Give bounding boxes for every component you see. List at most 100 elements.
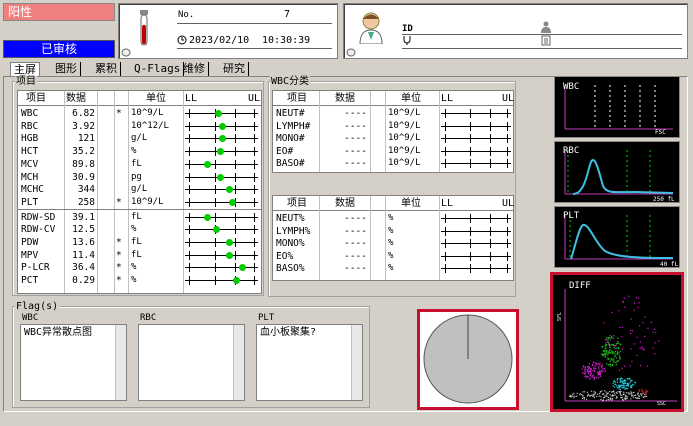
- plt-scope-title: PLT: [563, 211, 580, 221]
- param-value: 36.4: [72, 262, 95, 274]
- diff-name: MONO%: [276, 238, 305, 250]
- plt-scope-axis: 40 fL: [660, 261, 679, 268]
- diff-value: ----: [344, 225, 367, 237]
- diff-header-item: 项目: [287, 93, 307, 104]
- param-name: PLT: [21, 196, 39, 208]
- tab-3[interactable]: Q-Flags: [131, 62, 185, 76]
- param-unit: %: [131, 275, 137, 286]
- param-unit: 10^9/L: [131, 196, 164, 207]
- diff-unit: %: [388, 263, 394, 274]
- param-flag: *: [116, 275, 122, 287]
- plt-histogram[interactable]: PLT 40 fL: [554, 206, 680, 268]
- diff-header-unit: 单位: [401, 198, 421, 209]
- rbc-histogram[interactable]: RBC 250 fL: [554, 141, 680, 203]
- ward-icon: [541, 35, 551, 46]
- param-marker: [225, 239, 233, 246]
- diff-header-ll: LL: [441, 198, 454, 209]
- scrollbar[interactable]: [115, 325, 126, 400]
- comment-icon[interactable]: [121, 48, 131, 58]
- param-name: MCH: [21, 171, 39, 183]
- wbc-histogram[interactable]: WBC FSC: [554, 76, 680, 138]
- diff-scattergram[interactable]: DIFF SSC SFL: [550, 272, 684, 412]
- status-positive-badge: 阳性: [3, 3, 115, 21]
- tab-0[interactable]: 主屏: [10, 62, 40, 76]
- params-table: 项目 数据 单位 LL UL WBC 6.82 * 10^9/L RBC 3.92 10^12/L HG…: [17, 90, 262, 294]
- test-tube-icon: [140, 10, 148, 46]
- param-flag: *: [116, 249, 122, 261]
- params-header-ul: UL: [248, 93, 261, 104]
- tab-4[interactable]: 维修: [180, 62, 209, 76]
- flag-item[interactable]: 血小板聚集?: [260, 327, 316, 338]
- param-marker: [217, 173, 225, 181]
- doctor-avatar-icon: [359, 12, 383, 44]
- diff-unit: 10^9/L: [388, 108, 421, 118]
- flags-wbc-list[interactable]: WBC异常散点图: [20, 324, 127, 401]
- param-name: RDW-CV: [21, 224, 56, 236]
- param-marker: [214, 110, 222, 117]
- diff-header-ll: LL: [441, 93, 454, 104]
- scrollbar[interactable]: [233, 325, 244, 400]
- clock-icon: [177, 35, 187, 45]
- diff-name: EO#: [276, 145, 294, 157]
- param-value: 344: [77, 184, 95, 196]
- param-marker: [225, 186, 233, 194]
- flag-item[interactable]: WBC异常散点图: [24, 327, 92, 338]
- param-marker: [238, 264, 246, 272]
- params-header-item: 项目: [26, 93, 46, 104]
- wbc-diff-group-title: WBC分类: [270, 76, 311, 87]
- diff-value: ----: [344, 120, 367, 132]
- param-value: 0.29: [72, 275, 95, 287]
- param-value: 30.9: [72, 171, 95, 183]
- param-unit: 10^9/L: [131, 108, 164, 118]
- param-value: 35.2: [72, 146, 95, 158]
- tab-2[interactable]: 累积: [92, 62, 121, 76]
- param-name: RDW-SD: [21, 211, 56, 223]
- param-marker: [225, 251, 233, 259]
- param-flag: *: [116, 262, 122, 274]
- diff-header-data: 数据: [335, 198, 355, 209]
- param-value: 12.5: [72, 224, 95, 236]
- param-unit: fL: [131, 237, 142, 247]
- flags-plt-label: PLT: [258, 313, 275, 323]
- wbc-scope-axis: FSC: [655, 129, 666, 136]
- sample-info-panel: No. 7 2023/02/10 10:30:39: [118, 3, 338, 59]
- diff-header-unit: 单位: [401, 93, 421, 104]
- diff-value: ----: [344, 263, 367, 275]
- param-name: RBC: [21, 120, 39, 132]
- flags-rbc-list[interactable]: [138, 324, 245, 401]
- diff-name: LYMPH%: [276, 225, 311, 237]
- params-header-unit: 单位: [146, 93, 166, 104]
- diff-axis-y: SFL: [557, 311, 564, 322]
- diff-value: ----: [344, 145, 367, 157]
- param-unit: fL: [131, 158, 142, 169]
- sample-time: 10:30:39: [262, 35, 311, 46]
- tab-1[interactable]: 图形: [52, 62, 81, 76]
- param-unit: %: [131, 224, 137, 235]
- param-name: P-LCR: [21, 262, 50, 274]
- pie-chart-box: [417, 309, 519, 410]
- param-unit: %: [131, 146, 137, 157]
- diff-value: ----: [344, 158, 367, 170]
- param-marker: [203, 160, 211, 168]
- flags-plt-list[interactable]: 血小板聚集?: [256, 324, 363, 401]
- tab-5[interactable]: 研究: [220, 62, 249, 76]
- status-reviewed-badge: 已审核: [3, 40, 115, 58]
- flags-rbc-label: RBC: [140, 313, 157, 323]
- rbc-scope-title: RBC: [563, 146, 580, 156]
- param-unit: g/L: [131, 184, 148, 195]
- scrollbar[interactable]: [351, 325, 362, 400]
- diff-name: NEUT#: [276, 108, 305, 119]
- diff-unit: %: [388, 225, 394, 236]
- params-group-title: 项目: [15, 76, 37, 87]
- param-unit: pg: [131, 171, 142, 182]
- param-name: HCT: [21, 146, 39, 158]
- param-marker: [217, 148, 225, 156]
- param-marker: [233, 277, 241, 285]
- param-value: 39.1: [72, 211, 95, 223]
- comment-icon[interactable]: [346, 48, 356, 58]
- diff-scope-title: DIFF: [569, 281, 591, 291]
- param-value: 3.92: [72, 120, 95, 132]
- diff-header-ul: UL: [502, 198, 515, 209]
- diff-unit: 10^9/L: [388, 120, 421, 131]
- diff-header-item: 项目: [287, 198, 307, 209]
